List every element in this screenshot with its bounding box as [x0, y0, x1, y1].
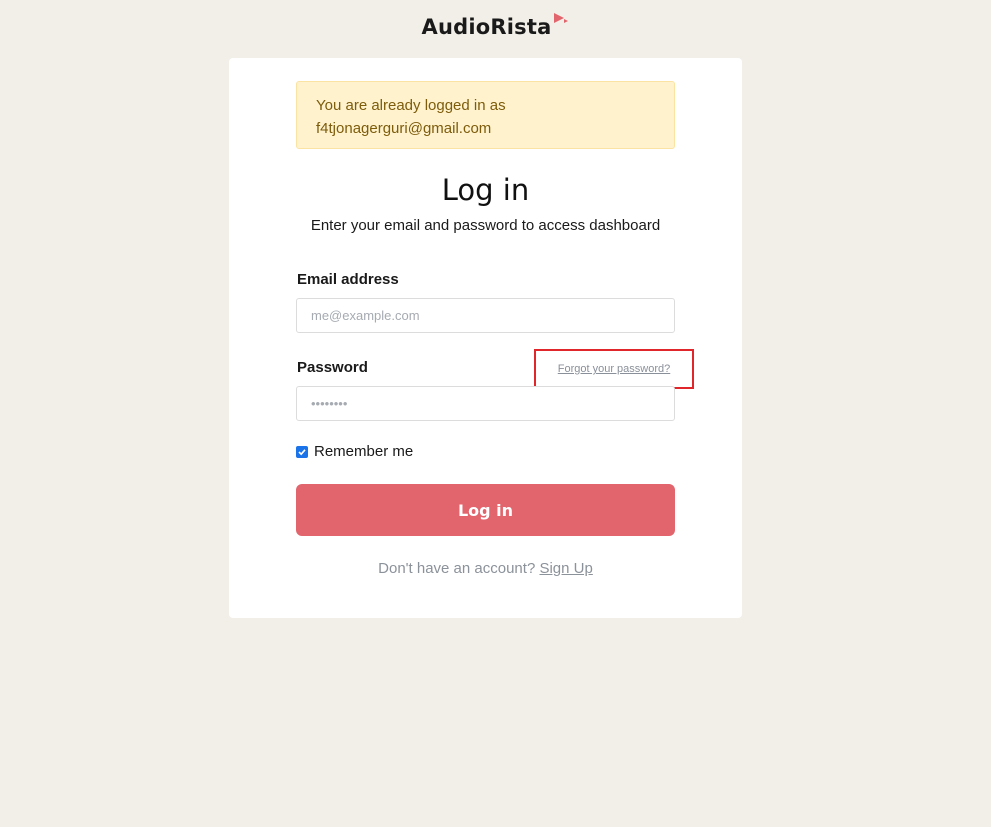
remember-me-label[interactable]: Remember me: [314, 443, 413, 460]
brand-logo-text: AudioRista: [421, 15, 552, 39]
signup-prompt: Don't have an account?: [378, 560, 536, 577]
signup-row: Don't have an account? Sign Up: [229, 560, 742, 577]
login-button[interactable]: Log in: [296, 484, 675, 536]
checkmark-icon: [298, 448, 306, 455]
login-card: You are already logged in as f4tjonagerg…: [229, 58, 742, 618]
forgot-password-link[interactable]: Forgot your password?: [558, 363, 671, 375]
email-field[interactable]: [296, 298, 675, 333]
play-logo-icon: [553, 13, 569, 32]
forgot-password-highlight: Forgot your password?: [534, 349, 694, 389]
already-logged-in-alert: You are already logged in as f4tjonagerg…: [296, 81, 675, 149]
password-field[interactable]: [296, 386, 675, 421]
brand-header: AudioRista: [0, 12, 991, 42]
signup-link[interactable]: Sign Up: [539, 560, 592, 577]
alert-message: You are already logged in as: [316, 97, 506, 114]
remember-me-row: Remember me: [296, 443, 413, 460]
remember-me-checkbox[interactable]: [296, 445, 308, 458]
password-label: Password: [297, 359, 368, 376]
alert-email: f4tjonagerguri@gmail.com: [316, 120, 492, 137]
page-title: Log in: [441, 173, 530, 207]
page-subtitle: Enter your email and password to access …: [310, 217, 661, 234]
email-label: Email address: [297, 271, 399, 288]
